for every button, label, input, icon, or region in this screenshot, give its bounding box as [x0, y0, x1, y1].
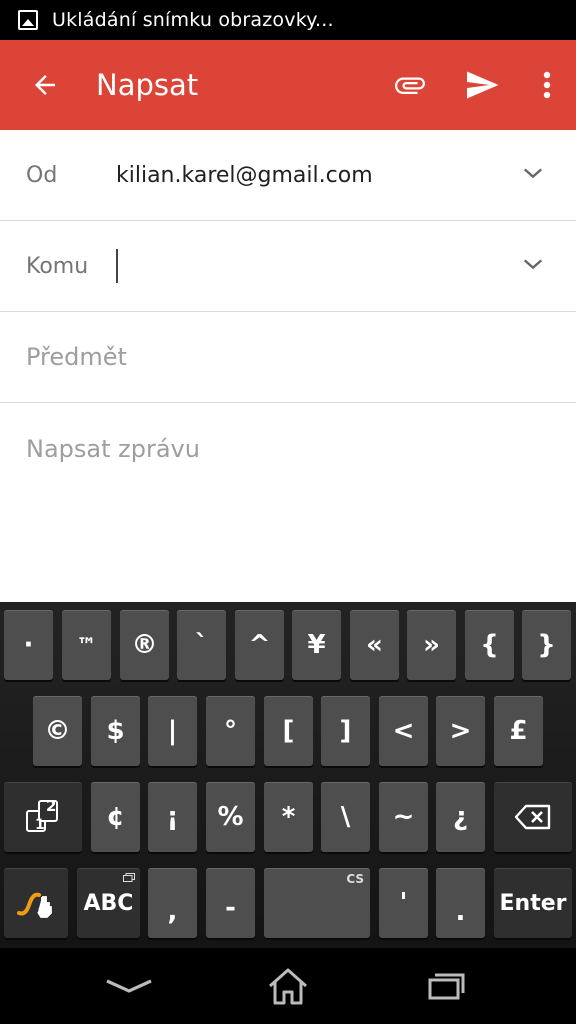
- key-yen[interactable]: ¥: [292, 610, 341, 680]
- key-left-brace[interactable]: {: [465, 610, 514, 680]
- status-notification-text: Ukládání snímku obrazovky...: [52, 9, 334, 31]
- from-row[interactable]: Od kilian.karel@gmail.com: [0, 130, 576, 221]
- key-percent[interactable]: %: [206, 782, 255, 852]
- key-left-guillemet[interactable]: «: [350, 610, 399, 680]
- key-degree[interactable]: °: [206, 696, 255, 766]
- attach-button[interactable]: [374, 40, 446, 130]
- key-copyright[interactable]: ©: [33, 696, 82, 766]
- key-caret[interactable]: ^: [235, 610, 284, 680]
- home-icon: [269, 968, 307, 1005]
- hide-keyboard-button[interactable]: [74, 948, 184, 1024]
- enter-key-label: Enter: [499, 890, 567, 916]
- page-title: Napsat: [96, 68, 199, 102]
- paperclip-icon: [395, 77, 425, 94]
- navigation-bar: [0, 948, 576, 1024]
- keyboard-switch-icon: [123, 873, 135, 882]
- mode-key-sub-label: 2: [46, 797, 57, 815]
- key-left-bracket[interactable]: [: [264, 696, 313, 766]
- chevron-down-icon[interactable]: [522, 162, 544, 184]
- key-registered[interactable]: ®: [120, 610, 169, 680]
- mode-key-main-label: 1: [35, 817, 45, 833]
- compose-form: Od kilian.karel@gmail.com Komu Předmět N…: [0, 130, 576, 602]
- from-label: Od: [26, 162, 58, 188]
- key-trademark[interactable]: ™: [62, 610, 111, 680]
- key-inverted-question[interactable]: ¿: [436, 782, 485, 852]
- space-key[interactable]: CS: [264, 868, 370, 938]
- abc-key-label: ABC: [83, 890, 134, 916]
- to-row[interactable]: Komu: [0, 221, 576, 312]
- key-period[interactable]: .: [436, 868, 485, 938]
- space-language-label: CS: [346, 872, 364, 886]
- key-comma[interactable]: ,: [148, 868, 197, 938]
- key-right-bracket[interactable]: ]: [321, 696, 370, 766]
- number-mode-key[interactable]: 2 1: [4, 782, 82, 852]
- key-pipe[interactable]: |: [148, 696, 197, 766]
- send-icon: [467, 71, 499, 99]
- subject-field[interactable]: Předmět: [0, 312, 576, 403]
- text-cursor: [116, 249, 118, 283]
- body-placeholder: Napsat zprávu: [26, 435, 200, 463]
- key-dash[interactable]: -: [206, 868, 255, 938]
- key-backslash[interactable]: \: [321, 782, 370, 852]
- to-label: Komu: [26, 253, 89, 279]
- backspace-icon: [514, 804, 551, 830]
- app-bar: Napsat: [0, 40, 576, 130]
- keyboard: · ™ ® ` ^ ¥ « » { } © $ | ° [ ] < > £ 2 …: [0, 602, 576, 948]
- image-notification-icon: [18, 10, 38, 30]
- status-bar: Ukládání snímku obrazovky...: [0, 0, 576, 40]
- swype-icon: [17, 892, 52, 918]
- key-asterisk[interactable]: *: [264, 782, 313, 852]
- key-tilde[interactable]: ~: [379, 782, 428, 852]
- key-less-than[interactable]: <: [379, 696, 428, 766]
- key-right-guillemet[interactable]: »: [407, 610, 456, 680]
- key-middle-dot[interactable]: ·: [4, 610, 53, 680]
- key-apostrophe[interactable]: ': [379, 868, 428, 938]
- from-value: kilian.karel@gmail.com: [116, 162, 373, 188]
- key-cent[interactable]: ¢: [91, 782, 140, 852]
- recent-apps-icon: [428, 973, 465, 1000]
- more-options-button[interactable]: [518, 40, 576, 130]
- body-field[interactable]: Napsat zprávu: [0, 403, 576, 463]
- key-right-brace[interactable]: }: [522, 610, 571, 680]
- send-button[interactable]: [446, 40, 518, 130]
- back-button[interactable]: [0, 40, 90, 130]
- key-dollar[interactable]: $: [91, 696, 140, 766]
- more-vert-icon: [543, 71, 551, 99]
- key-inverted-exclamation[interactable]: ¡: [148, 782, 197, 852]
- backspace-key[interactable]: [494, 782, 572, 852]
- enter-key[interactable]: Enter: [494, 868, 572, 938]
- swype-key[interactable]: [4, 868, 68, 938]
- chevron-down-icon: [106, 979, 152, 993]
- chevron-down-icon[interactable]: [522, 253, 544, 275]
- abc-key[interactable]: ABC: [77, 868, 140, 938]
- key-greater-than[interactable]: >: [436, 696, 485, 766]
- key-pound[interactable]: £: [494, 696, 543, 766]
- home-button[interactable]: [233, 948, 343, 1024]
- recent-apps-button[interactable]: [392, 948, 502, 1024]
- subject-placeholder: Předmět: [26, 343, 127, 371]
- arrow-back-icon: [35, 75, 55, 95]
- key-backtick[interactable]: `: [177, 610, 226, 680]
